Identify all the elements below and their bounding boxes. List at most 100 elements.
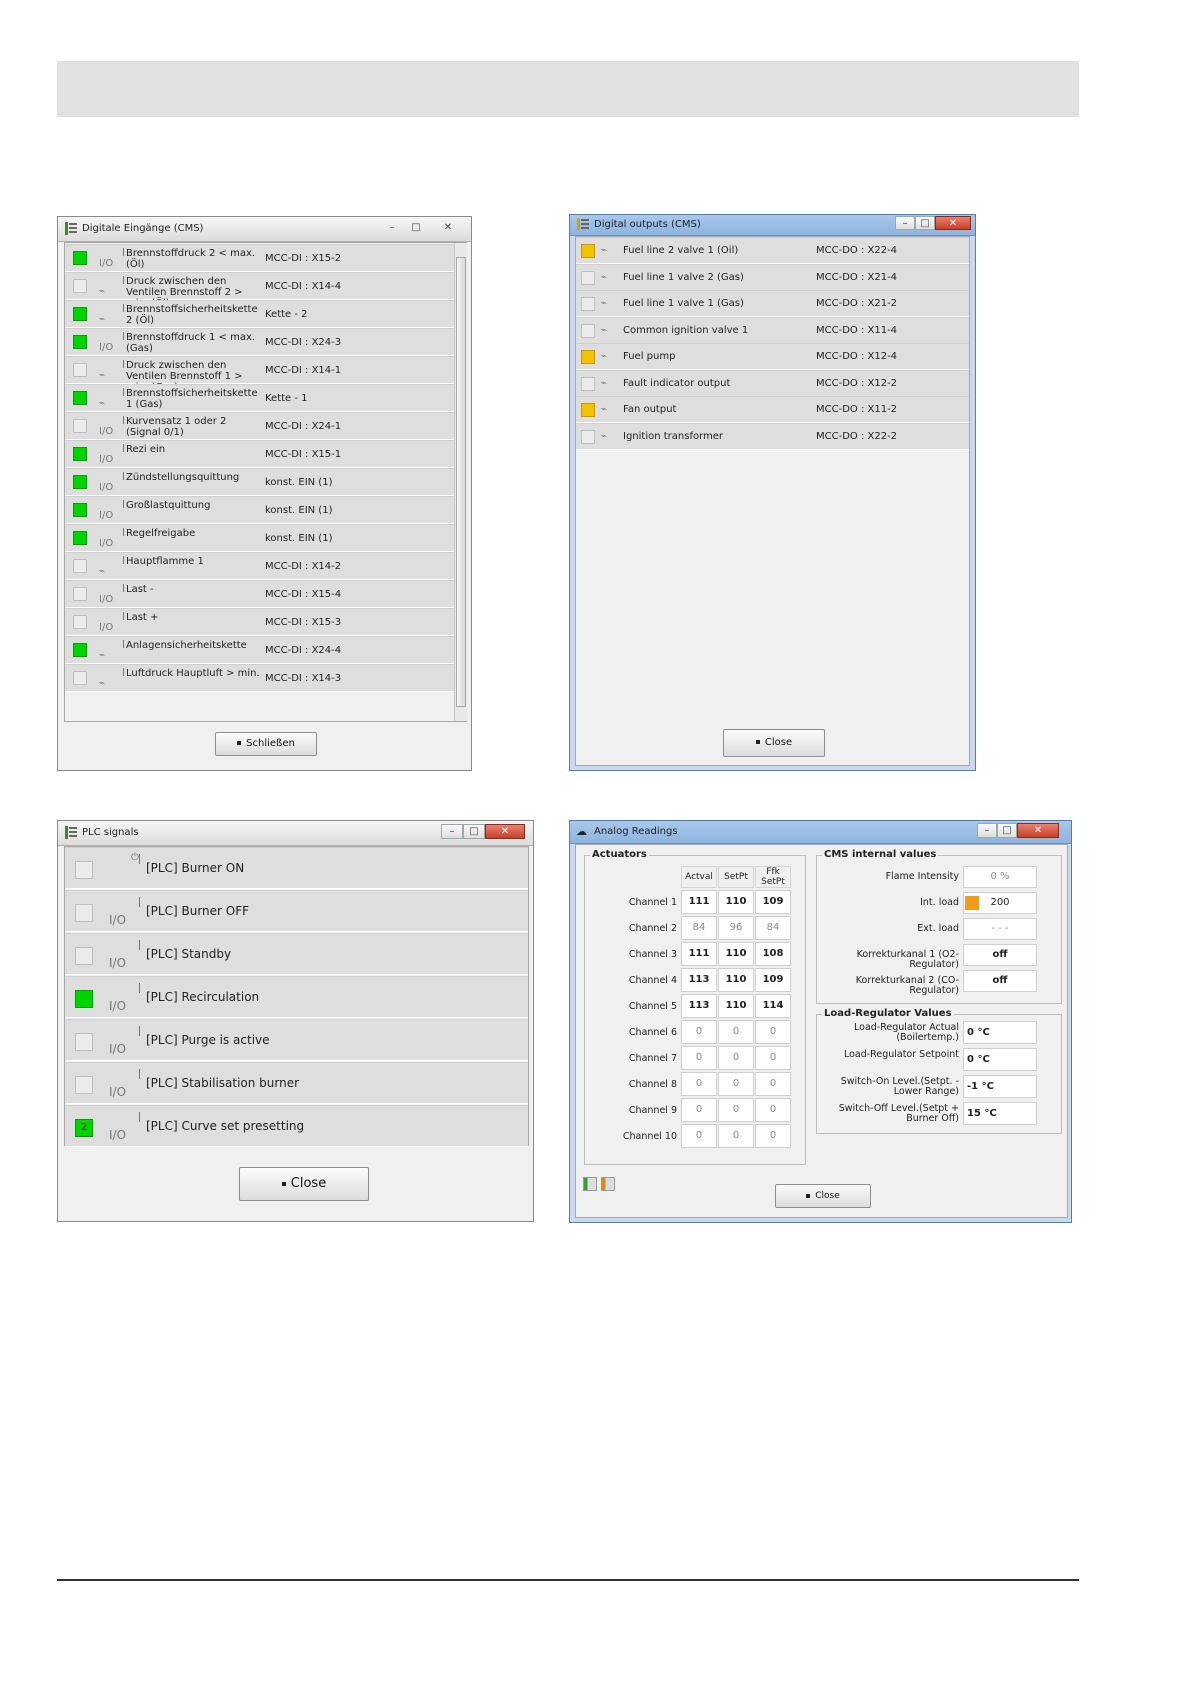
list-item: I/O Brennstoffdruck 1 < max. (Gas) MCC-DI … [65,328,454,356]
signal-label: Brennstoffdruck 2 < max. (Öl) [126,248,256,270]
signal-address: MCC-DI : X15-2 [265,253,342,264]
analog-readings-titlebar[interactable]: ☁ Analog Readings – □ ✕ [570,821,1071,844]
cms-value: 0 % [963,866,1037,888]
signal-label: Regelfreigabe [126,528,196,539]
output-label: Common ignition valve 1 [623,324,749,336]
output-label: Fuel line 1 valve 1 (Gas) [623,298,744,309]
status-indicator [73,559,87,573]
status-indicator: 2 [75,1119,93,1137]
tick-icon [123,304,124,312]
minimize-icon[interactable]: – [895,216,915,230]
status-indicator [73,503,87,517]
list-item: ⌁ Anlagensicherheitskette MCC-DI : X24-4 [65,636,454,664]
actuator-value: 111 [681,942,717,966]
status-indicator [581,323,595,338]
list-item: ⌁ Fuel line 1 valve 2 (Gas) MCC-DO : X21-4 [576,263,969,291]
window-title: Digitale Eingänge (CMS) [82,223,204,234]
list-item: ⌁ Hauptflamme 1 MCC-DI : X14-2 [65,552,454,580]
output-device-icon: ⌁ [601,377,608,389]
close-button-label: Close [815,1191,840,1201]
close-button[interactable]: Close [723,729,825,757]
maximize-icon[interactable]: □ [463,824,485,839]
close-button[interactable]: Schließen [215,732,317,756]
signal-label: Anlagensicherheitskette [126,640,247,651]
digital-outputs-titlebar[interactable]: Digital outputs (CMS) – □ ✕ [570,215,975,236]
signal-label: Rezi ein [126,444,166,455]
list-item: ⌁ Luftdruck Hauptluft > min. MCC-DI : X14-… [65,664,454,692]
tick-icon [123,556,124,564]
actuator-value: 84 [681,916,717,940]
actuator-value: 0 [755,1020,791,1044]
close-button-label: Close [290,1176,327,1191]
status-indicator [73,671,87,685]
output-device-icon: ⌁ [601,404,608,415]
scrollbar[interactable] [454,243,467,721]
analog-readings-body: Actuators Actval SetPt Ffk SetPt Channel 1 1… [575,844,1068,1218]
export-green-icon[interactable] [583,1177,597,1191]
output-address: MCC-DO : X21-2 [816,298,898,309]
cms-value: off [963,970,1037,992]
signal-address: MCC-DI : X14-3 [265,673,342,684]
output-address: MCC-DO : X12-4 [816,351,898,362]
load-value: 0 °C [963,1021,1037,1044]
actuator-value: 0 [681,1046,717,1070]
status-indicator [73,335,87,349]
signal-label: [PLC] Recirculation [146,990,260,1004]
status-indicator [75,1033,93,1051]
close-icon[interactable]: ✕ [437,220,459,235]
status-indicator [75,990,93,1008]
plc-signals-titlebar[interactable]: PLC signals – □ ✕ [58,821,533,846]
column-header: Actval [681,866,717,888]
device-icon: ⌁ [99,370,106,381]
tick-icon [123,612,124,620]
signal-label: Hauptflamme 1 [126,556,204,567]
cms-value-label: Korrekturkanal 2 (CO-Regulator) [855,975,959,996]
status-indicator [73,643,87,657]
load-value: 0 °C [963,1048,1037,1071]
list-item: ⌁ Brennstoffsicherheitskette 1 (Gas) Kette… [65,384,454,412]
list-item: I/O [PLC] Purge is active [65,1019,528,1061]
actuator-value: 0 [755,1072,791,1096]
tick-icon [123,388,124,396]
digital-inputs-titlebar[interactable]: Digitale Eingänge (CMS) – □ ✕ [58,217,471,242]
output-label: Fuel line 1 valve 2 (Gas) [623,271,744,283]
status-indicator [73,363,87,377]
maximize-icon[interactable]: □ [915,216,935,230]
maximize-icon[interactable]: □ [405,220,427,235]
actuator-value: 109 [755,890,791,914]
status-indicator [75,861,93,879]
cms-value: off [963,944,1037,966]
signal-symbol-icon: I/O [99,426,114,437]
minimize-icon[interactable]: – [381,220,403,235]
minimize-icon[interactable]: – [441,824,463,839]
signal-symbol-icon: I/O [99,622,114,633]
status-indicator [73,615,87,629]
app-icon [65,222,77,235]
actuator-value: 0 [681,1020,717,1044]
output-address: MCC-DO : X11-2 [816,404,898,415]
actuator-value: 0 [755,1046,791,1070]
scrollbar-thumb[interactable] [456,257,466,707]
status-indicator [73,279,87,293]
output-address: MCC-DO : X22-4 [816,245,898,256]
device-icon: ⌁ [99,314,106,325]
export-orange-icon[interactable] [601,1177,615,1191]
minimize-icon[interactable]: – [977,823,997,838]
list-item: ⌁ Ignition transformer MCC-DO : X22-2 [576,422,969,450]
status-indicator [581,403,595,417]
list-item: I/O Last + MCC-DI : X15-3 [65,608,454,636]
cms-internal-group: CMS internal values Flame Intensity 0 % In… [816,849,1062,1004]
close-icon[interactable]: ✕ [935,216,971,230]
signal-symbol-icon: I/O [99,538,114,549]
signal-label: Last - [126,584,154,595]
bullet-icon [281,1181,286,1186]
close-icon[interactable]: ✕ [485,824,525,839]
close-icon[interactable]: ✕ [1017,823,1059,838]
signal-symbol-icon: I/O [99,454,114,465]
close-button[interactable]: Close [775,1184,871,1208]
status-indicator [581,297,595,311]
close-button[interactable]: Close [239,1167,369,1201]
list-item: ⌁ Brennstoffsicherheitskette 2 (Öl) Kette … [65,300,454,328]
maximize-icon[interactable]: □ [997,823,1017,838]
actuator-value: 113 [681,994,717,1018]
